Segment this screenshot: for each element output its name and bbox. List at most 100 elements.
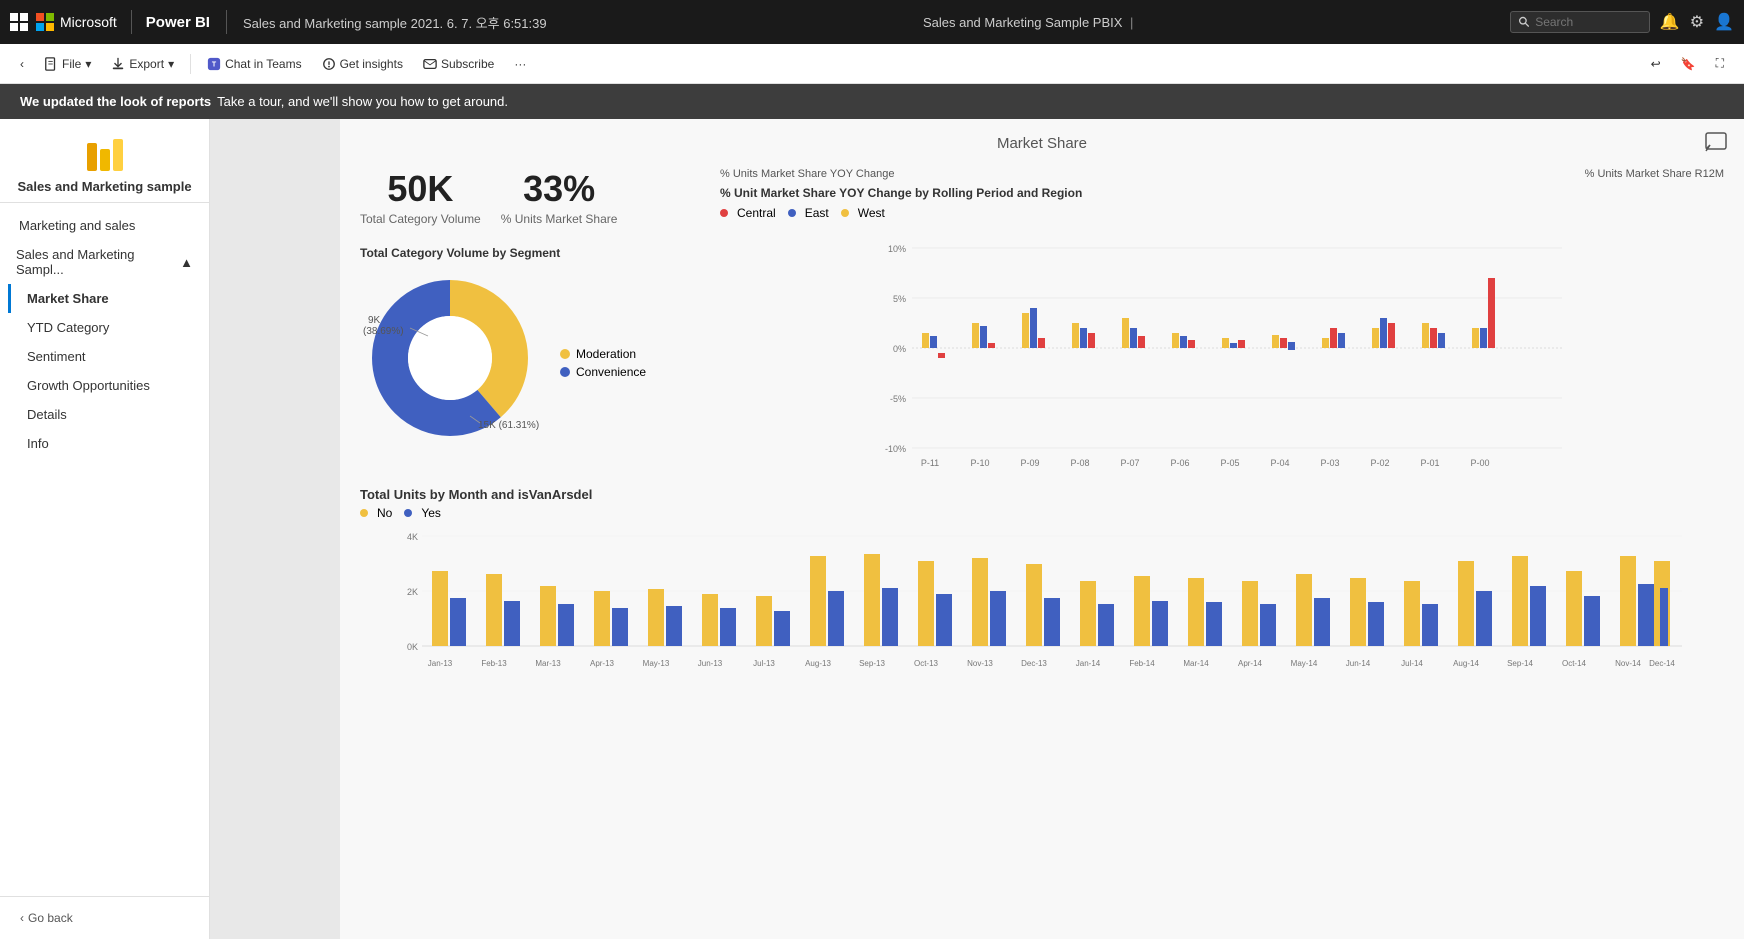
teams-icon: T bbox=[207, 57, 221, 71]
svg-text:Jun-13: Jun-13 bbox=[698, 659, 723, 668]
profile-icon[interactable]: 👤 bbox=[1714, 12, 1734, 32]
legend-yes: Yes bbox=[404, 506, 441, 520]
sidebar-group-sales[interactable]: Sales and Marketing Sampl... ▲ bbox=[0, 240, 209, 284]
svg-text:Apr-13: Apr-13 bbox=[590, 659, 615, 668]
chat-button[interactable]: T Chat in Teams bbox=[199, 53, 309, 75]
svg-text:May-13: May-13 bbox=[643, 659, 670, 668]
legend-central: Central bbox=[720, 206, 776, 220]
yes-dot bbox=[404, 509, 412, 517]
donut-chart: 9K (38.69%) 15K (61.31%) bbox=[360, 268, 540, 448]
svg-text:Mar-13: Mar-13 bbox=[535, 659, 561, 668]
svg-text:Mar-14: Mar-14 bbox=[1183, 659, 1209, 668]
file-title: Sales and Marketing sample 2021. 6. 7. 오… bbox=[243, 13, 547, 32]
search-box[interactable] bbox=[1510, 11, 1650, 33]
report-name: Sales and Marketing Sample PBIX | bbox=[555, 15, 1502, 30]
file-button[interactable]: File ▾ bbox=[36, 53, 99, 75]
notification-icon[interactable]: 🔔 bbox=[1660, 12, 1680, 32]
svg-text:-5%: -5% bbox=[890, 394, 906, 404]
kpi-yoy-row: 50K Total Category Volume 33% % Units Ma… bbox=[360, 168, 1724, 471]
donut-and-legend: 9K (38.69%) 15K (61.31%) bbox=[360, 268, 700, 448]
yoy-section: % Units Market Share YOY Change % Units … bbox=[720, 168, 1724, 471]
east-dot bbox=[788, 209, 796, 217]
back-button[interactable]: ‹ bbox=[12, 53, 32, 75]
sidebar-item-ytd[interactable]: YTD Category bbox=[8, 313, 209, 342]
west-dot bbox=[841, 209, 849, 217]
yoy-right-header: % Units Market Share R12M bbox=[1585, 168, 1724, 180]
svg-text:0K: 0K bbox=[407, 642, 418, 652]
app-icon bbox=[83, 135, 127, 179]
go-back-button[interactable]: ‹ Go back bbox=[8, 905, 201, 931]
svg-text:Sep-14: Sep-14 bbox=[1507, 659, 1533, 668]
chevron-up-icon: ▲ bbox=[180, 255, 193, 270]
sidebar-item-sentiment[interactable]: Sentiment bbox=[8, 342, 209, 371]
bookmark-button[interactable]: 🔖 bbox=[1673, 52, 1704, 75]
file-icon bbox=[44, 57, 58, 71]
insights-icon bbox=[322, 57, 336, 71]
toolbar-sep-1 bbox=[190, 54, 191, 74]
fullscreen-button[interactable]: ⛶ bbox=[1708, 52, 1732, 75]
yoy-headers: % Units Market Share YOY Change % Units … bbox=[720, 168, 1724, 180]
search-input[interactable] bbox=[1535, 15, 1641, 29]
svg-text:Nov-13: Nov-13 bbox=[967, 659, 993, 668]
svg-text:T: T bbox=[212, 61, 217, 68]
left-panel: 50K Total Category Volume 33% % Units Ma… bbox=[360, 168, 700, 471]
undo-button[interactable]: ↩ bbox=[1643, 52, 1669, 75]
gray-panel bbox=[210, 119, 340, 939]
svg-text:5%: 5% bbox=[893, 294, 906, 304]
bottom-legend: No Yes bbox=[360, 506, 1724, 520]
content-area: Market Share 50K Total Category Volume 3… bbox=[340, 119, 1744, 939]
svg-text:P-10: P-10 bbox=[970, 458, 989, 468]
svg-text:P-11: P-11 bbox=[921, 458, 939, 468]
svg-text:2K: 2K bbox=[407, 587, 418, 597]
sidebar: Sales and Marketing sample Marketing and… bbox=[0, 119, 210, 939]
subscribe-icon bbox=[423, 57, 437, 71]
app-grid-icon[interactable] bbox=[10, 13, 28, 31]
yoy-left-header: % Units Market Share YOY Change bbox=[720, 168, 894, 180]
yoy-bar-chart-svg: 10% 5% 0% -5% -10% bbox=[720, 228, 1724, 468]
banner-title: We updated the look of reports bbox=[20, 94, 211, 109]
topbar-logo: Microsoft Power BI bbox=[36, 10, 210, 34]
toolbar: ‹ File ▾ Export ▾ T Chat in Teams Get in… bbox=[0, 44, 1744, 84]
svg-text:May-14: May-14 bbox=[1291, 659, 1318, 668]
sidebar-item-market-share[interactable]: Market Share bbox=[8, 284, 209, 313]
bottom-chart-section: Total Units by Month and isVanArsdel No … bbox=[360, 487, 1724, 689]
toolbar-right-icons: ↩ 🔖 ⛶ bbox=[1643, 52, 1732, 75]
report-title: Market Share bbox=[360, 135, 1724, 152]
sidebar-item-info[interactable]: Info bbox=[8, 429, 209, 458]
svg-text:P-01: P-01 bbox=[1420, 458, 1439, 468]
settings-icon[interactable]: ⚙ bbox=[1690, 12, 1704, 32]
sidebar-item-details[interactable]: Details bbox=[8, 400, 209, 429]
comment-icon[interactable] bbox=[1704, 131, 1728, 161]
convenience-dot bbox=[560, 367, 570, 377]
subscribe-button[interactable]: Subscribe bbox=[415, 53, 502, 75]
sidebar-item-marketing[interactable]: Marketing and sales bbox=[0, 211, 209, 240]
microsoft-logo bbox=[36, 13, 54, 31]
svg-text:Jan-13: Jan-13 bbox=[428, 659, 453, 668]
export-icon bbox=[111, 57, 125, 71]
svg-text:0%: 0% bbox=[893, 344, 906, 354]
legend-convenience: Convenience bbox=[560, 365, 646, 379]
svg-text:Oct-14: Oct-14 bbox=[1562, 659, 1587, 668]
export-button[interactable]: Export ▾ bbox=[103, 53, 182, 75]
svg-text:P-06: P-06 bbox=[1170, 458, 1189, 468]
kpi-total-volume: 50K Total Category Volume bbox=[360, 168, 481, 226]
svg-text:Dec-13: Dec-13 bbox=[1021, 659, 1047, 668]
insights-button[interactable]: Get insights bbox=[314, 53, 411, 75]
yoy-legend: Central East West bbox=[720, 206, 1724, 220]
banner-body: Take a tour, and we'll show you how to g… bbox=[217, 94, 508, 109]
kpi-market-share: 33% % Units Market Share bbox=[501, 168, 618, 226]
file-dropdown-icon: ▾ bbox=[85, 57, 91, 71]
more-button[interactable]: ··· bbox=[506, 53, 534, 75]
svg-text:P-05: P-05 bbox=[1220, 458, 1239, 468]
search-icon bbox=[1519, 16, 1529, 28]
sidebar-item-growth[interactable]: Growth Opportunities bbox=[8, 371, 209, 400]
svg-text:P-04: P-04 bbox=[1270, 458, 1289, 468]
kpi-section: 50K Total Category Volume 33% % Units Ma… bbox=[360, 168, 700, 226]
svg-text:(38.69%): (38.69%) bbox=[363, 326, 404, 337]
svg-text:Jan-14: Jan-14 bbox=[1076, 659, 1101, 668]
svg-text:Feb-14: Feb-14 bbox=[1129, 659, 1155, 668]
back-arrow-icon: ‹ bbox=[20, 57, 24, 71]
svg-text:9K: 9K bbox=[368, 315, 381, 326]
svg-text:Apr-14: Apr-14 bbox=[1238, 659, 1263, 668]
donut-svg: 9K (38.69%) 15K (61.31%) bbox=[360, 268, 540, 448]
